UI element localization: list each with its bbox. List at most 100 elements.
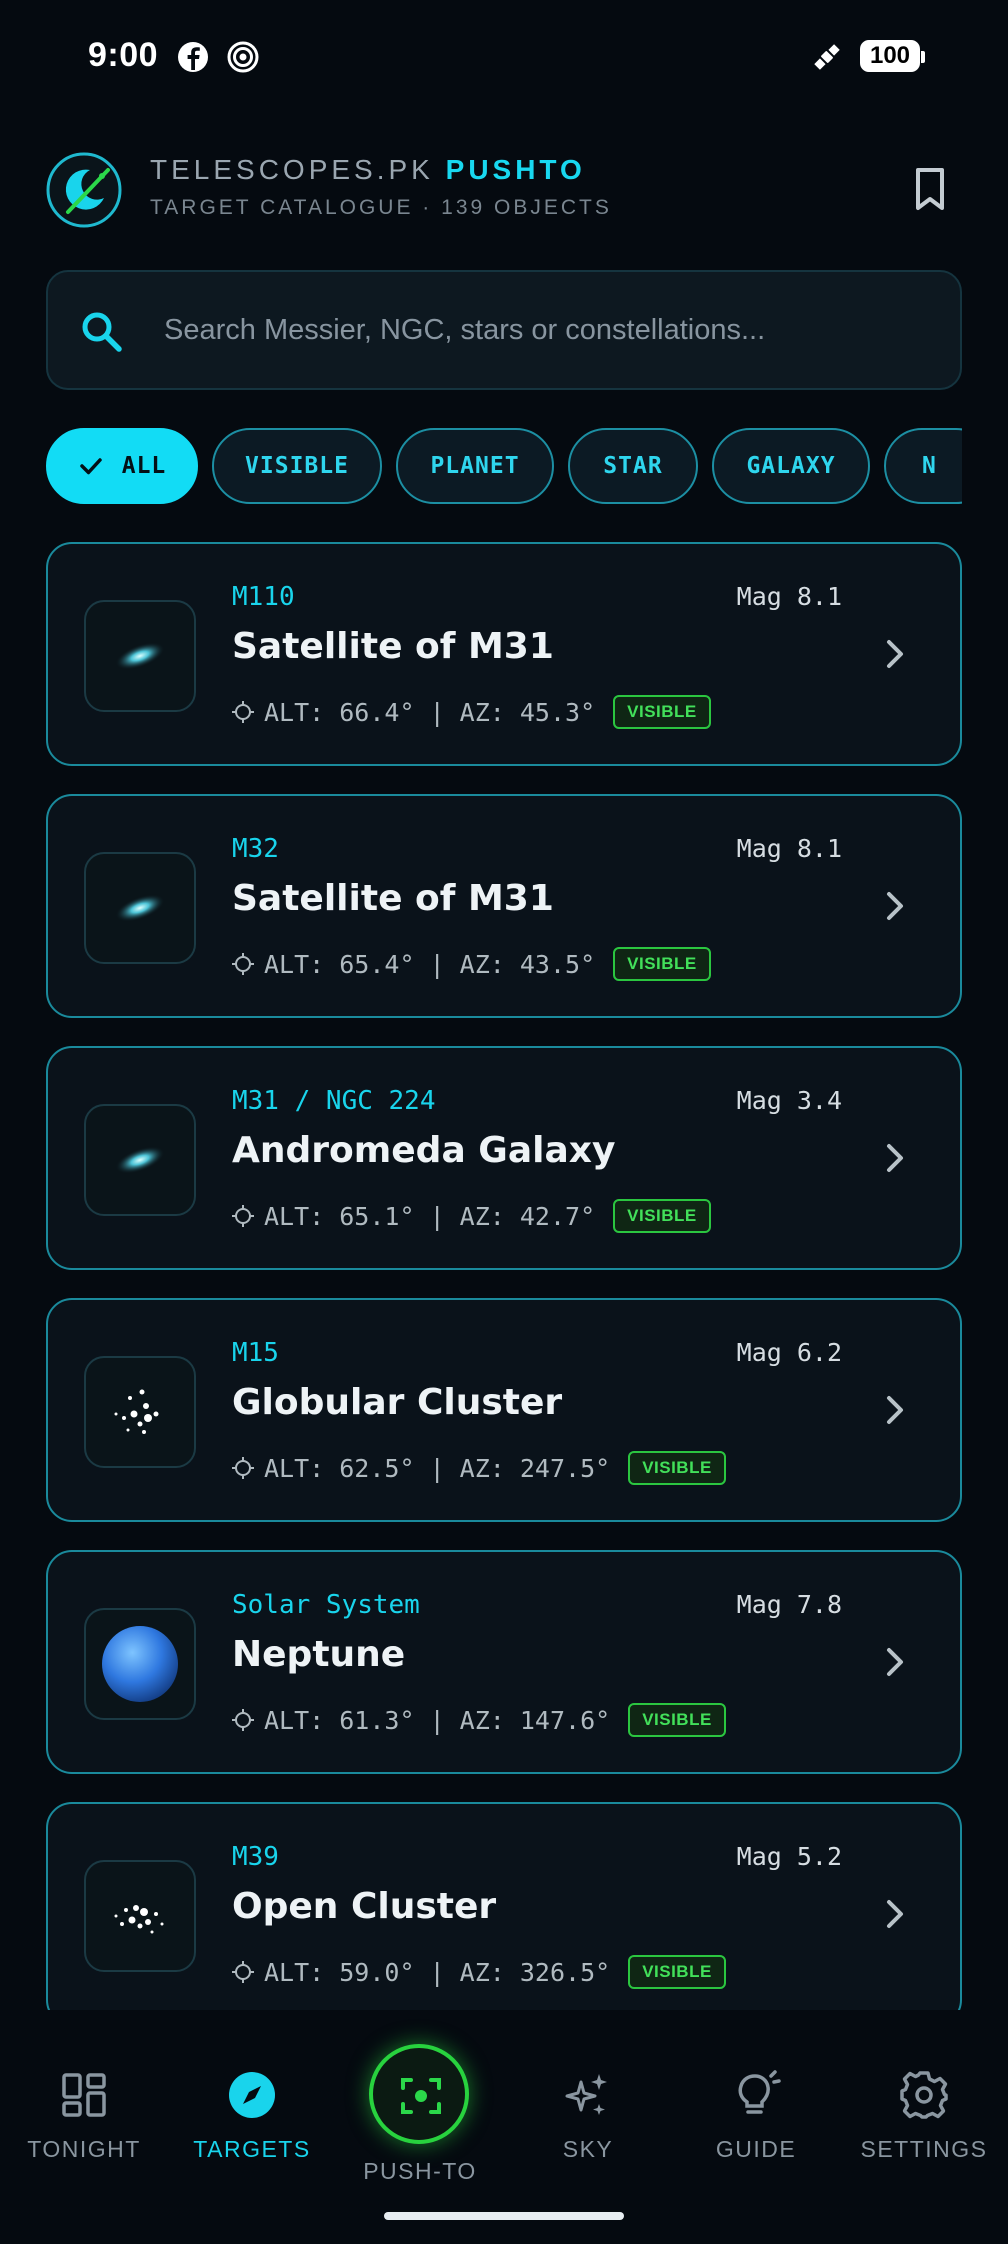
compass-icon <box>229 2072 275 2118</box>
app-title-main: TELESCOPES.PK <box>150 154 446 185</box>
chip-galaxy[interactable]: GALAXY <box>712 428 870 504</box>
nav-settings[interactable]: SETTINGS <box>840 2010 1008 2190</box>
nav-label: SETTINGS <box>860 2136 988 2162</box>
object-name: Satellite of M31 <box>232 878 554 919</box>
status-bar: 9:00 100 <box>0 0 1008 112</box>
crosshair-icon <box>232 1961 254 1983</box>
catalog-id: Solar System <box>232 1590 420 1620</box>
target-card[interactable]: M31 / NGC 224 Mag 3.4 Andromeda Galaxy A… <box>46 1046 962 1270</box>
target-app-icon <box>227 41 259 73</box>
app-header: TELESCOPES.PK PUSHTO TARGET CATALOGUE · … <box>46 150 962 230</box>
search-box[interactable] <box>46 270 962 390</box>
push-to-button[interactable] <box>369 2044 469 2144</box>
chip-label: GALAXY <box>746 453 836 479</box>
magnitude: Mag 8.1 <box>736 582 842 611</box>
magnitude: Mag 5.2 <box>736 1842 842 1871</box>
target-card[interactable]: M32 Mag 8.1 Satellite of M31 ALT: 65.4° … <box>46 794 962 1018</box>
crosshair-icon <box>232 1205 254 1227</box>
bottom-nav: TONIGHT TARGETS PUSH-TO SKY GUIDE SETTIN… <box>0 2010 1008 2244</box>
chevron-right-icon <box>887 640 903 668</box>
chip-all[interactable]: ALL <box>46 428 198 504</box>
crosshair-icon <box>232 1457 254 1479</box>
search-input[interactable] <box>164 272 924 388</box>
magnitude: Mag 7.8 <box>736 1590 842 1619</box>
cluster-icon <box>84 1356 196 1468</box>
magnitude: Mag 6.2 <box>736 1338 842 1367</box>
app-logo <box>46 152 122 228</box>
coords-row: ALT: 65.1° | AZ: 42.7° VISIBLE <box>232 1198 711 1234</box>
lightbulb-icon <box>738 2070 781 2114</box>
galaxy-icon <box>84 852 196 964</box>
home-indicator[interactable] <box>384 2212 624 2220</box>
crosshair-icon <box>232 953 254 975</box>
visible-badge: VISIBLE <box>613 1199 711 1233</box>
alt-az-coords: ALT: 65.1° | AZ: 42.7° <box>264 1201 596 1231</box>
target-card[interactable]: Solar System Mag 7.8 Neptune ALT: 61.3° … <box>46 1550 962 1774</box>
nav-label: PUSH-TO <box>363 2158 477 2184</box>
magnitude: Mag 8.1 <box>736 834 842 863</box>
facebook-icon <box>178 42 208 72</box>
chip-star[interactable]: STAR <box>568 428 698 504</box>
nav-targets[interactable]: TARGETS <box>168 2010 336 2190</box>
galaxy-icon <box>84 1104 196 1216</box>
alt-az-coords: ALT: 66.4° | AZ: 45.3° <box>264 697 596 727</box>
cluster-icon <box>84 1860 196 1972</box>
satellite-icon <box>814 44 840 70</box>
chip-label: N <box>922 453 937 479</box>
catalog-id: M31 / NGC 224 <box>232 1086 436 1116</box>
nav-label: GUIDE <box>715 2136 797 2162</box>
visible-badge: VISIBLE <box>628 1703 726 1737</box>
object-name: Open Cluster <box>232 1886 497 1927</box>
alt-az-coords: ALT: 65.4° | AZ: 43.5° <box>264 949 596 979</box>
catalog-id: M110 <box>232 582 295 612</box>
focus-target-icon <box>401 2078 441 2114</box>
chevron-right-icon <box>887 1144 903 1172</box>
alt-az-coords: ALT: 59.0° | AZ: 326.5° <box>264 1957 611 1987</box>
magnitude: Mag 3.4 <box>736 1086 842 1115</box>
object-name: Neptune <box>232 1634 406 1675</box>
planet-icon <box>84 1608 196 1720</box>
object-name: Globular Cluster <box>232 1382 563 1423</box>
crosshair-icon <box>232 1709 254 1731</box>
battery-indicator: 100 <box>860 40 925 72</box>
check-icon <box>79 458 102 475</box>
coords-row: ALT: 59.0° | AZ: 326.5° VISIBLE <box>232 1954 726 1990</box>
bookmark-icon[interactable] <box>906 164 954 216</box>
chip-visible[interactable]: VISIBLE <box>212 428 382 504</box>
coords-row: ALT: 62.5° | AZ: 247.5° VISIBLE <box>232 1450 726 1486</box>
nav-guide[interactable]: GUIDE <box>672 2010 840 2190</box>
status-time: 9:00 <box>88 36 159 74</box>
nav-label: TONIGHT <box>27 2136 141 2162</box>
nav-label: TARGETS <box>193 2136 311 2162</box>
chevron-right-icon <box>887 1900 903 1928</box>
nav-label: SKY <box>562 2136 614 2162</box>
target-card[interactable]: M15 Mag 6.2 Globular Cluster ALT: 62.5° … <box>46 1298 962 1522</box>
target-card[interactable]: M110 Mag 8.1 Satellite of M31 ALT: 66.4°… <box>46 542 962 766</box>
coords-row: ALT: 65.4° | AZ: 43.5° VISIBLE <box>232 946 711 982</box>
visible-badge: VISIBLE <box>613 947 711 981</box>
coords-row: ALT: 66.4° | AZ: 45.3° VISIBLE <box>232 694 711 730</box>
nav-tonight[interactable]: TONIGHT <box>0 2010 168 2190</box>
gear-icon <box>900 2071 948 2119</box>
crosshair-icon <box>232 701 254 723</box>
dashboard-icon <box>62 2073 106 2117</box>
galaxy-icon <box>84 600 196 712</box>
chip-planet[interactable]: PLANET <box>396 428 554 504</box>
app-title-accent: PUSHTO <box>445 154 586 185</box>
catalog-id: M15 <box>232 1338 279 1368</box>
chevron-right-icon <box>887 892 903 920</box>
search-icon <box>82 312 122 352</box>
nav-sky[interactable]: SKY <box>504 2010 672 2190</box>
chip-nebula[interactable]: N <box>884 428 962 504</box>
chevron-right-icon <box>887 1396 903 1424</box>
app-title: TELESCOPES.PK PUSHTO <box>150 154 586 186</box>
sparkles-icon <box>565 2074 607 2115</box>
target-card[interactable]: M39 Mag 5.2 Open Cluster ALT: 59.0° | AZ… <box>46 1802 962 2010</box>
visible-badge: VISIBLE <box>628 1955 726 1989</box>
object-name: Satellite of M31 <box>232 626 554 667</box>
coords-row: ALT: 61.3° | AZ: 147.6° VISIBLE <box>232 1702 726 1738</box>
visible-badge: VISIBLE <box>613 695 711 729</box>
visible-badge: VISIBLE <box>628 1451 726 1485</box>
chip-label: STAR <box>603 453 663 479</box>
target-list: M110 Mag 8.1 Satellite of M31 ALT: 66.4°… <box>46 542 962 2010</box>
